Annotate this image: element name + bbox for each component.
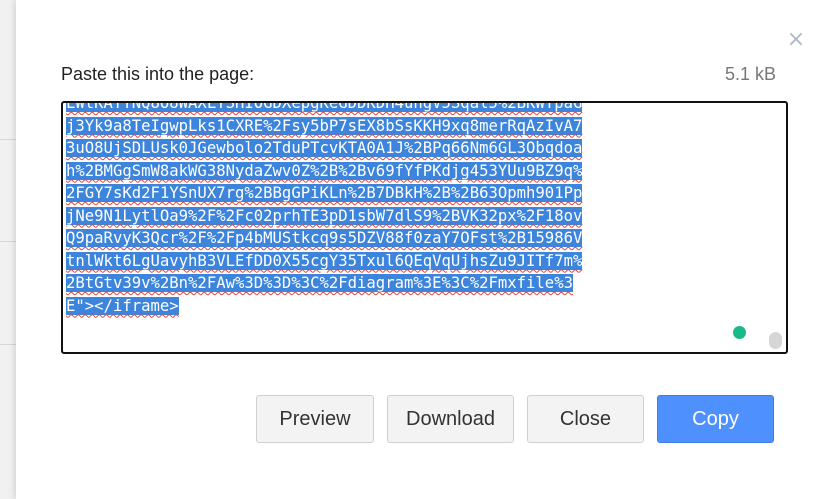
code-line: jNe9N1LytlOa9%2F%2Fc02prhTE3pD1sbW7dlS9%…	[66, 205, 766, 228]
preview-button[interactable]: Preview	[256, 395, 374, 443]
code-line: 3uO8UjSDLUsk0JGewbolo2TduPTcvKTA0A1J%2BP…	[66, 137, 766, 160]
background-divider	[0, 241, 16, 242]
code-line: E"></iframe>	[66, 295, 766, 318]
close-icon[interactable]: ×	[786, 28, 806, 52]
embed-dialog: × Paste this into the page: 5.1 kB LWtKA…	[16, 0, 814, 499]
code-line: tnlWkt6LgUavyhB3VLEfDD0X55cgY35Txul6QEqV…	[66, 250, 766, 273]
code-line-text: E"></iframe>	[66, 296, 179, 315]
code-line: Q9paRvyK3Qcr%2F%2Fp4bMUStkcq9s5DZV88f0za…	[66, 227, 766, 250]
copy-button[interactable]: Copy	[657, 395, 774, 443]
code-line-text: LWtKATTNQ8O8WAXLTSHIOGDXepgKeGDDKDH4ungV…	[66, 103, 583, 112]
code-line: 2BtGtv39v%2Bn%2FAw%3D%3D%3C%2Fdiagram%3E…	[66, 272, 766, 295]
download-button[interactable]: Download	[387, 395, 514, 443]
dialog-title: Paste this into the page:	[61, 64, 255, 84]
code-line-text: tnlWkt6LgUavyhB3VLEfDD0X55cgY35Txul6QEqV…	[66, 251, 583, 270]
code-line: 2FGY7sKd2F1YSnUX7rg%2BBgGPiKLn%2B7DBkH%2…	[66, 182, 766, 205]
code-line: h%2BMGgSmW8akWG38NydaZwv0Z%2B%2Bv69fYfPK…	[66, 160, 766, 183]
code-line-text: 3uO8UjSDLUsk0JGewbolo2TduPTcvKTA0A1J%2BP…	[66, 139, 583, 157]
code-line: j3Yk9a8TeIgwpLks1CXRE%2Fsy5bP7sEX8bSsKKH…	[66, 115, 766, 138]
background-divider	[0, 139, 16, 140]
code-line-text: 2BtGtv39v%2Bn%2FAw%3D%3D%3C%2Fdiagram%3E…	[66, 274, 573, 292]
embed-code-textarea[interactable]: LWtKATTNQ8O8WAXLTSHIOGDXepgKeGDDKDH4ungV…	[61, 101, 788, 354]
code-line-text: Q9paRvyK3Qcr%2F%2Fp4bMUStkcq9s5DZV88f0za…	[66, 229, 583, 247]
code-line: LWtKATTNQ8O8WAXLTSHIOGDXepgKeGDDKDH4ungV…	[66, 103, 766, 115]
code-line-text: h%2BMGgSmW8akWG38NydaZwv0Z%2B%2Bv69fYfPK…	[66, 161, 583, 180]
code-line-text: 2FGY7sKd2F1YSnUX7rg%2BBgGPiKLn%2B7DBkH%2…	[66, 184, 583, 202]
background-divider	[0, 344, 16, 345]
background-page	[0, 0, 16, 499]
file-size-label: 5.1 kB	[724, 64, 776, 84]
code-line-text: jNe9N1LytlOa9%2F%2Fc02prhTE3pD1sbW7dlS9%…	[66, 206, 583, 225]
embed-code-text: LWtKATTNQ8O8WAXLTSHIOGDXepgKeGDDKDH4ungV…	[66, 103, 766, 318]
status-dot-icon	[733, 326, 746, 339]
scrollbar-thumb[interactable]	[769, 332, 782, 349]
code-line-text: j3Yk9a8TeIgwpLks1CXRE%2Fsy5bP7sEX8bSsKKH…	[66, 116, 583, 135]
close-button[interactable]: Close	[527, 395, 644, 443]
